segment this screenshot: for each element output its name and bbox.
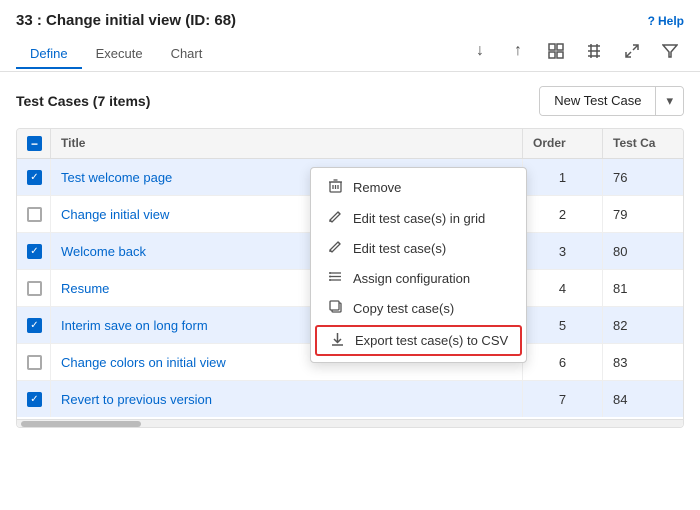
tab-execute[interactable]: Execute <box>82 40 157 69</box>
new-test-case-label[interactable]: New Test Case <box>540 87 656 115</box>
td-testca: 76 <box>603 159 683 195</box>
td-testca: 82 <box>603 307 683 343</box>
td-testca: 81 <box>603 270 683 306</box>
row-checkbox[interactable]: ✓ <box>27 244 42 259</box>
pencil-icon <box>327 240 343 256</box>
row-checkbox[interactable]: ✓ <box>27 392 42 407</box>
section-title: Test Cases (7 items) <box>16 93 150 109</box>
td-testca: 80 <box>603 233 683 269</box>
scrollbar-thumb[interactable] <box>21 421 141 427</box>
section-header: Test Cases (7 items) New Test Case ▾ <box>16 86 684 116</box>
td-checkbox: ✓ <box>17 307 51 343</box>
td-checkbox: ✓ <box>17 381 51 417</box>
expand-icon[interactable] <box>618 37 646 65</box>
toolbar: ↓ ↑ <box>466 37 684 71</box>
export-csv-icon <box>329 332 345 349</box>
td-checkbox: ✓ <box>17 233 51 269</box>
row-title-text: Resume <box>61 281 109 296</box>
help-link[interactable]: ? Help <box>648 14 684 28</box>
list-icon <box>327 270 343 286</box>
menu-item-label: Assign configuration <box>353 271 470 286</box>
td-testca: 79 <box>603 196 683 232</box>
col-checkbox: − <box>17 129 51 158</box>
new-test-case-button[interactable]: New Test Case ▾ <box>539 86 684 116</box>
td-order: 6 <box>523 344 603 380</box>
menu-item-edit[interactable]: Edit test case(s) <box>311 233 526 263</box>
menu-item-label: Edit test case(s) in grid <box>353 211 485 226</box>
td-checkbox: ✓ <box>17 159 51 195</box>
td-checkbox <box>17 196 51 232</box>
menu-item-edit-grid[interactable]: Edit test case(s) in grid <box>311 203 526 233</box>
td-title[interactable]: Revert to previous version <box>51 381 523 417</box>
context-menu: Remove Edit test case(s) in grid Edit te… <box>310 167 527 363</box>
td-order: 3 <box>523 233 603 269</box>
upload-icon[interactable]: ↑ <box>504 37 532 65</box>
columns-icon[interactable] <box>580 37 608 65</box>
tab-chart[interactable]: Chart <box>157 40 217 69</box>
col-title: Title <box>51 129 523 158</box>
col-order: Order <box>523 129 603 158</box>
table-header: − Title Order Test Ca <box>17 129 683 159</box>
tab-bar: Define Execute Chart <box>16 40 216 68</box>
copy-icon <box>327 300 343 316</box>
pencil-icon <box>327 210 343 226</box>
horizontal-scrollbar[interactable] <box>17 419 683 427</box>
td-order: 5 <box>523 307 603 343</box>
menu-item-label: Remove <box>353 180 401 195</box>
row-title-text: Change colors on initial view <box>61 355 226 370</box>
row-title-text: Interim save on long form <box>61 318 208 333</box>
row-checkbox[interactable] <box>27 281 42 296</box>
menu-item-copy[interactable]: Copy test case(s) <box>311 293 526 323</box>
row-title-text: Test welcome page <box>61 170 172 185</box>
row-checkbox[interactable] <box>27 207 42 222</box>
td-order: 7 <box>523 381 603 417</box>
col-testca: Test Ca <box>603 129 683 158</box>
trash-icon <box>327 179 343 196</box>
menu-item-label: Edit test case(s) <box>353 241 446 256</box>
row-checkbox[interactable]: ✓ <box>27 318 42 333</box>
filter-icon[interactable] <box>656 37 684 65</box>
new-test-case-caret[interactable]: ▾ <box>656 87 683 115</box>
table-row[interactable]: ✓ Revert to previous version 7 84 <box>17 381 683 417</box>
menu-item-export-csv[interactable]: Export test case(s) to CSV <box>315 325 522 356</box>
td-order: 2 <box>523 196 603 232</box>
grid-icon[interactable] <box>542 37 570 65</box>
menu-item-remove[interactable]: Remove <box>311 172 526 203</box>
select-all-checkbox[interactable]: − <box>27 136 42 151</box>
download-icon[interactable]: ↓ <box>466 37 494 65</box>
td-testca: 83 <box>603 344 683 380</box>
help-icon: ? <box>648 14 655 28</box>
td-testca: 84 <box>603 381 683 417</box>
menu-item-label: Copy test case(s) <box>353 301 454 316</box>
page-title: 33 : Change initial view (ID: 68) <box>16 12 236 29</box>
tab-define[interactable]: Define <box>16 40 82 69</box>
row-checkbox[interactable] <box>27 355 42 370</box>
td-order: 1 <box>523 159 603 195</box>
td-order: 4 <box>523 270 603 306</box>
menu-item-assign[interactable]: Assign configuration <box>311 263 526 293</box>
menu-item-label: Export test case(s) to CSV <box>355 333 508 348</box>
td-checkbox <box>17 270 51 306</box>
row-title-text: Change initial view <box>61 207 169 222</box>
row-checkbox[interactable]: ✓ <box>27 170 42 185</box>
row-title-text: Revert to previous version <box>61 392 212 407</box>
row-title-text: Welcome back <box>61 244 146 259</box>
td-checkbox <box>17 344 51 380</box>
